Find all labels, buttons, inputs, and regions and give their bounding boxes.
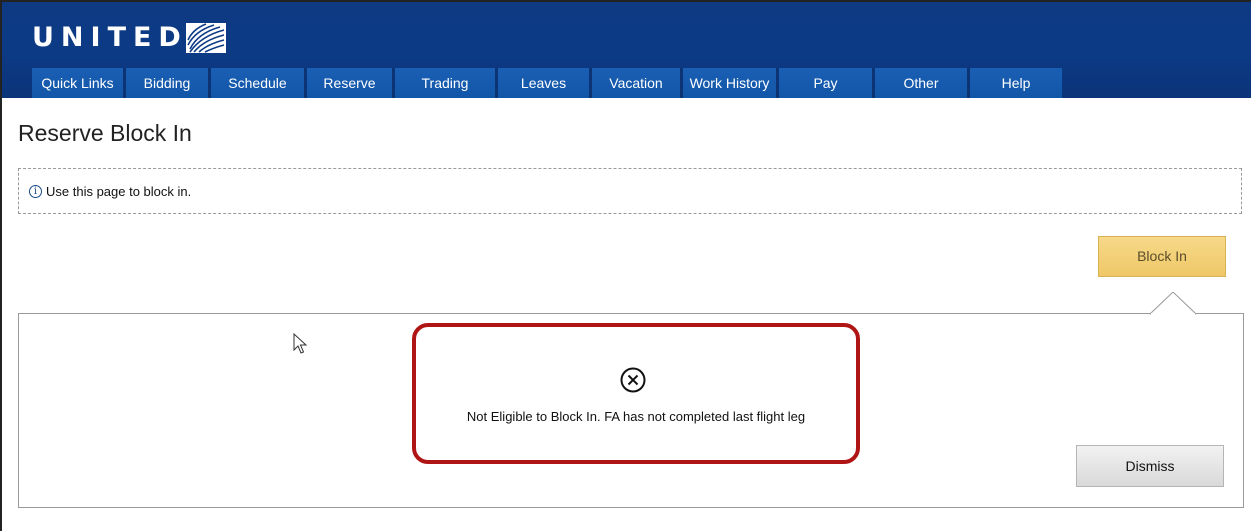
nav-quick-links[interactable]: Quick Links bbox=[32, 68, 126, 98]
brand-name: UNITED bbox=[32, 22, 188, 53]
error-message: Not Eligible to Block In. FA has not com… bbox=[466, 409, 806, 424]
error-alert: Not Eligible to Block In. FA has not com… bbox=[412, 323, 860, 464]
panel-pointer-caret bbox=[1150, 292, 1196, 315]
info-banner: i Use this page to block in. bbox=[18, 168, 1242, 214]
info-icon: i bbox=[29, 184, 42, 198]
block-in-button[interactable]: Block In bbox=[1098, 236, 1226, 277]
info-text: Use this page to block in. bbox=[46, 183, 192, 199]
nav-schedule[interactable]: Schedule bbox=[211, 68, 307, 98]
nav-work-history[interactable]: Work History bbox=[683, 68, 779, 98]
dismiss-button[interactable]: Dismiss bbox=[1076, 445, 1224, 487]
globe-logo-icon bbox=[185, 22, 226, 53]
main-nav: Quick Links Bidding Schedule Reserve Tra… bbox=[32, 68, 1062, 98]
nav-vacation[interactable]: Vacation bbox=[592, 68, 683, 98]
nav-reserve[interactable]: Reserve bbox=[307, 68, 395, 98]
united-logo[interactable]: UNITED bbox=[32, 22, 226, 53]
page-title: Reserve Block In bbox=[18, 120, 192, 146]
nav-leaves[interactable]: Leaves bbox=[498, 68, 592, 98]
nav-help[interactable]: Help bbox=[970, 68, 1062, 98]
mouse-cursor-icon bbox=[293, 333, 307, 354]
nav-trading[interactable]: Trading bbox=[395, 68, 498, 98]
nav-bidding[interactable]: Bidding bbox=[126, 68, 211, 98]
nav-other[interactable]: Other bbox=[875, 68, 970, 98]
error-x-icon bbox=[620, 367, 646, 393]
header-bar: UNITED Quick Links Bidding Schedule Rese… bbox=[2, 2, 1251, 98]
nav-pay[interactable]: Pay bbox=[779, 68, 875, 98]
